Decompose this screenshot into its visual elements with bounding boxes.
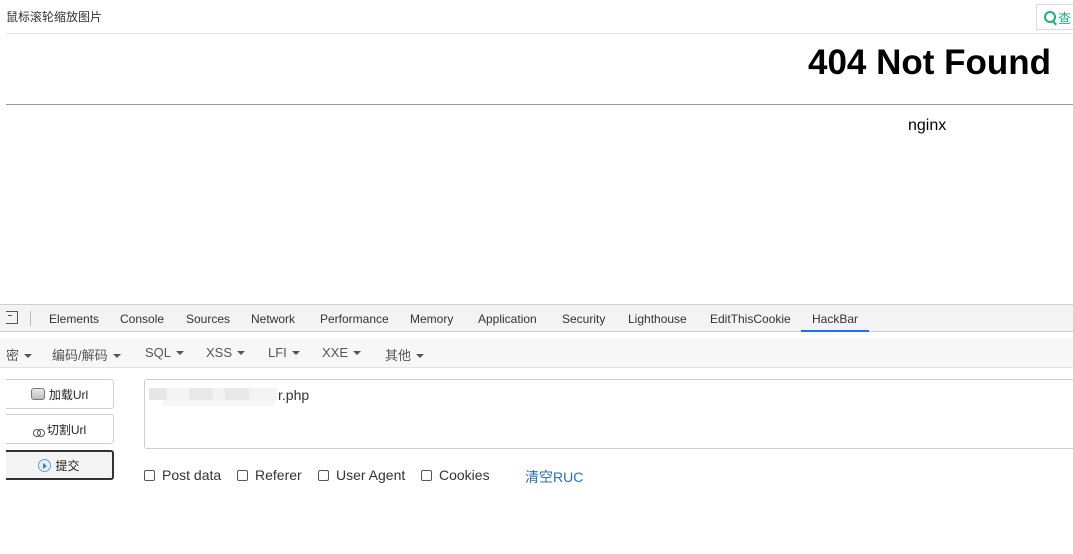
menu-sql-label: SQL <box>145 345 172 360</box>
url-text: r.php <box>278 387 310 403</box>
top-divider <box>6 33 1073 34</box>
tab-console[interactable]: Console <box>120 312 164 326</box>
menu-xxe-label: XXE <box>322 345 349 360</box>
cookies-label: Cookies <box>439 467 490 483</box>
page-title: 404 Not Found <box>808 43 1052 82</box>
post-data-label: Post data <box>162 467 222 483</box>
split-url-label: 切割Url <box>46 422 87 437</box>
load-url-label: 加载Url <box>48 387 89 402</box>
tab-separator <box>30 311 31 326</box>
tab-security[interactable]: Security <box>562 312 605 326</box>
dock-side-icon[interactable] <box>6 311 18 324</box>
post-data-checkbox[interactable] <box>144 469 155 481</box>
search-icon <box>1044 11 1056 23</box>
caret-down-icon <box>24 354 33 358</box>
browser-page: 鼠标滚轮缩放图片 查 404 Not Found nginx Elements … <box>0 0 1073 554</box>
split-url-button[interactable]: 切割Url <box>6 414 114 444</box>
tab-memory[interactable]: Memory <box>410 312 453 326</box>
menu-xss[interactable]: XSS <box>206 345 246 360</box>
load-url-button[interactable]: 加载Url <box>6 379 114 409</box>
menu-xxe[interactable]: XXE <box>322 345 362 360</box>
search-widget[interactable]: 查 <box>1036 4 1073 30</box>
tab-editthiscookie[interactable]: EditThisCookie <box>710 312 791 326</box>
tab-network[interactable]: Network <box>251 312 295 326</box>
tab-application[interactable]: Application <box>478 312 537 326</box>
zoom-hint-text: 鼠标滚轮缩放图片 <box>6 10 103 24</box>
menu-encryption[interactable]: 密 <box>6 345 33 364</box>
user-agent-label: User Agent <box>336 467 406 483</box>
redacted-url-part <box>149 388 277 400</box>
post-data-option[interactable]: Post data <box>144 467 221 483</box>
menu-sql[interactable]: SQL <box>145 345 185 360</box>
cookies-option[interactable]: Cookies <box>421 467 490 483</box>
devtools-tab-bar: Elements Console Sources Network Perform… <box>0 304 1073 332</box>
server-name: nginx <box>908 117 947 134</box>
menu-lfi-label: LFI <box>268 345 287 360</box>
tab-elements[interactable]: Elements <box>49 312 99 326</box>
tab-performance[interactable]: Performance <box>320 312 389 326</box>
referer-option[interactable]: Referer <box>237 467 302 483</box>
load-icon <box>30 388 45 400</box>
scissors-icon <box>32 422 45 437</box>
tab-hackbar[interactable]: HackBar <box>800 312 870 332</box>
referer-checkbox[interactable] <box>237 469 248 481</box>
menu-xss-label: XSS <box>206 345 233 360</box>
execute-label: 提交 <box>55 458 80 473</box>
cookies-checkbox[interactable] <box>421 469 432 481</box>
search-widget-label: 查 <box>1058 10 1072 26</box>
menu-other[interactable]: 其他 <box>385 345 425 364</box>
tab-sources[interactable]: Sources <box>186 312 230 326</box>
caret-down-icon <box>112 354 121 358</box>
caret-down-icon <box>291 351 300 355</box>
hackbar-menu: 密 编码/解码 SQL XSS LFI XXE 其他 <box>0 338 1073 368</box>
play-icon <box>38 458 52 472</box>
tab-lighthouse[interactable]: Lighthouse <box>628 312 687 326</box>
menu-lfi[interactable]: LFI <box>268 345 300 360</box>
page-divider <box>6 104 1073 105</box>
caret-down-icon <box>176 351 185 355</box>
redacted-url-part <box>163 400 275 406</box>
user-agent-option[interactable]: User Agent <box>318 467 405 483</box>
execute-button[interactable]: 提交 <box>6 450 114 480</box>
menu-encoding[interactable]: 编码/解码 <box>52 345 121 364</box>
menu-encoding-label: 编码/解码 <box>52 348 108 363</box>
caret-down-icon <box>416 354 425 358</box>
menu-encryption-label: 密 <box>6 348 20 363</box>
user-agent-checkbox[interactable] <box>318 469 329 481</box>
menu-other-label: 其他 <box>385 348 412 363</box>
referer-label: Referer <box>255 467 302 483</box>
clear-ruc-link[interactable]: 清空RUC <box>525 467 583 487</box>
url-textarea[interactable]: r.php <box>144 379 1073 449</box>
caret-down-icon <box>353 351 362 355</box>
caret-down-icon <box>237 351 246 355</box>
